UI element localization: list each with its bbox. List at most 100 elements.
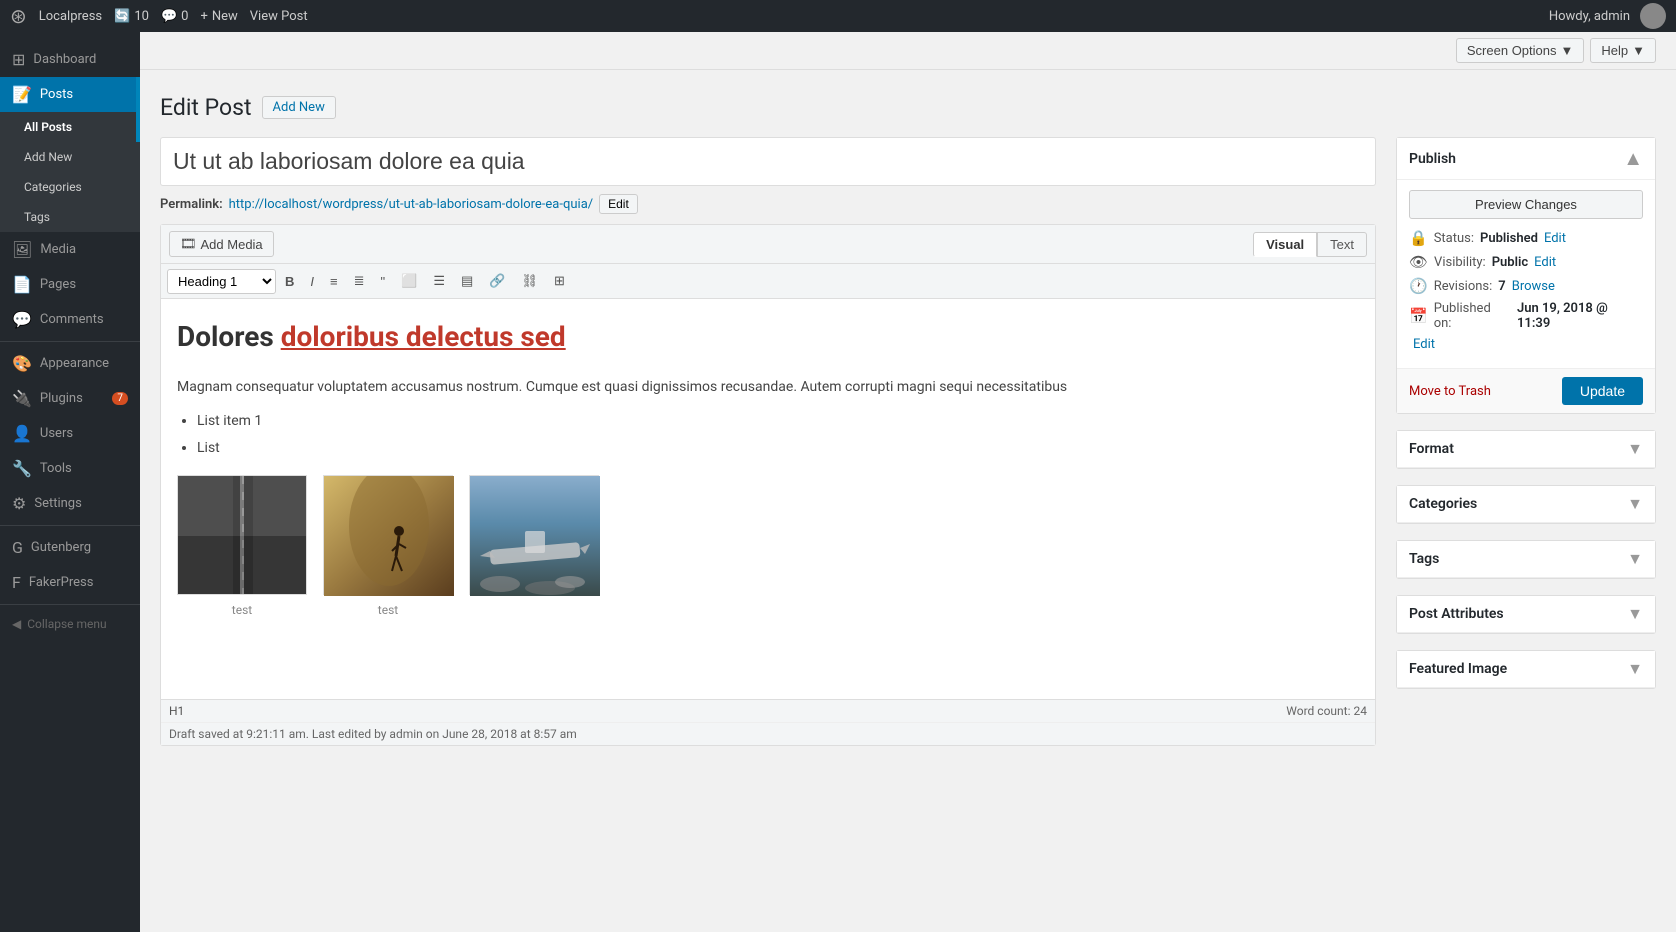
adminbar-site-name[interactable]: Localpress [39,9,102,24]
blockquote-button[interactable]: " [374,269,393,294]
heading-text-normal: Dolores [177,320,274,353]
visual-tab[interactable]: Visual [1253,232,1317,257]
submenu-label: All Posts [24,120,72,134]
calendar-icon: 📅 [1409,307,1428,325]
plugins-badge: 7 [112,392,128,405]
featured-image-box-title: Featured Image [1409,661,1507,677]
sidebar-item-comments[interactable]: 💬 Comments [0,302,140,337]
editor-content[interactable]: Dolores doloribus delectus sed Magnam co… [161,299,1375,699]
table-button[interactable]: ⊞ [547,268,572,294]
adminbar-comments[interactable]: 💬 0 [161,9,189,24]
sidebar-item-users[interactable]: 👤 Users [0,416,140,451]
submenu-add-new[interactable]: Add New [0,142,140,172]
image-2-caption: test [378,601,398,620]
editor-image-3[interactable] [469,475,599,595]
submenu-tags[interactable]: Tags [0,202,140,232]
chevron-down-icon: ▼ [1632,43,1645,58]
fakerpress-icon: F [12,573,21,592]
editor-image-2[interactable] [323,475,453,595]
editor-image-1[interactable] [177,475,307,595]
sidebar-item-gutenberg[interactable]: G Gutenberg [0,530,140,565]
collapse-menu-button[interactable]: ◀ Collapse menu [0,609,140,639]
bold-button[interactable]: B [278,269,301,294]
users-icon: 👤 [12,424,32,443]
sidebar-item-label: FakerPress [29,575,94,590]
align-center-button[interactable]: ☰ [426,268,452,294]
sidebar-item-label: Gutenberg [31,540,91,555]
screen-options-button[interactable]: Screen Options ▼ [1456,38,1584,63]
submenu-label: Tags [24,210,50,224]
update-button[interactable]: Update [1562,377,1643,405]
draft-status: Word count: 24 [1286,704,1367,718]
editor-heading: Dolores doloribus delectus sed [177,315,1359,360]
sidebar-item-plugins[interactable]: 🔌 Plugins 7 [0,381,140,416]
posts-icon: 📝 [12,85,32,104]
unordered-list-button[interactable]: ≡ [323,269,345,294]
post-title-input[interactable] [160,137,1376,186]
post-attributes-box-header[interactable]: Post Attributes ▼ [1397,596,1655,633]
submenu-categories[interactable]: Categories [0,172,140,202]
status-edit-link[interactable]: Edit [1544,231,1566,246]
submenu-all-posts[interactable]: All Posts [0,112,140,142]
sidebar-item-media[interactable]: 🖼 Media [0,232,140,267]
permalink-label: Permalink: [160,197,223,212]
heading-select[interactable]: Heading 1 Heading 2 Heading 3 Paragraph [167,269,276,294]
move-to-trash-link[interactable]: Move to Trash [1409,384,1491,399]
add-new-button[interactable]: Add New [262,96,336,119]
categories-box: Categories ▼ [1396,485,1656,524]
link-button[interactable]: 🔗 [482,268,512,294]
categories-box-title: Categories [1409,496,1477,512]
sidebar-item-tools[interactable]: 🔧 Tools [0,451,140,486]
list-item-2: List [197,437,1359,459]
sidebar-item-appearance[interactable]: 🎨 Appearance [0,346,140,381]
featured-image-box-header[interactable]: Featured Image ▼ [1397,651,1655,688]
unlink-button[interactable]: ⛓ [514,268,545,294]
visibility-edit-link[interactable]: Edit [1534,255,1556,270]
page-title-wrap: Edit Post Add New [160,80,1656,121]
featured-image-box: Featured Image ▼ [1396,650,1656,689]
publish-visibility-row: 👁 Visibility: Public Edit [1409,253,1643,271]
ordered-list-button[interactable]: ≣ [347,268,372,294]
sidebar-item-label: Media [40,242,76,257]
adminbar-right: Howdy, admin [1549,3,1666,29]
italic-button[interactable]: I [303,269,321,294]
tags-box: Tags ▼ [1396,540,1656,579]
sidebar-item-pages[interactable]: 📄 Pages [0,267,140,302]
sidebar-item-posts[interactable]: 📝 Posts [0,77,140,112]
publish-toggle-icon[interactable]: ▲ [1623,146,1643,171]
wp-wrap: ⊞ Dashboard 📝 Posts All Posts Add New Ca… [0,32,1676,932]
published-date-edit-link[interactable]: Edit [1413,337,1435,352]
adminbar-avatar[interactable] [1640,3,1666,29]
add-media-button[interactable]: 🎞 Add Media [169,231,274,257]
sidebar-item-label: Users [40,426,73,441]
wp-logo-icon[interactable]: ⊛ [10,4,27,28]
editor-image-3-wrap [469,475,599,620]
format-toggle-icon: ▼ [1627,439,1643,459]
content-top-bar: Screen Options ▼ Help ▼ [140,32,1676,70]
adminbar-view-post[interactable]: View Post [250,9,308,24]
sidebar-item-fakerpress[interactable]: F FakerPress [0,565,140,600]
sidebar-item-settings[interactable]: ⚙ Settings [0,486,140,521]
tags-box-title: Tags [1409,551,1439,567]
page-wrap: Edit Post Add New Permalink: http://loca… [140,70,1676,766]
help-button[interactable]: Help ▼ [1590,38,1656,63]
editor-paragraph: Magnam consequatur voluptatem accusamus … [177,376,1359,398]
sidebar-item-dashboard[interactable]: ⊞ Dashboard [0,42,140,77]
revisions-browse-link[interactable]: Browse [1512,279,1555,294]
sidebar-item-label: Appearance [40,356,109,371]
visibility-icon: 👁 [1409,253,1428,271]
permalink-link[interactable]: http://localhost/wordpress/ut-ut-ab-labo… [229,197,593,212]
align-right-button[interactable]: ▤ [454,268,480,294]
adminbar-updates[interactable]: 🔄 10 [114,9,149,24]
featured-image-toggle-icon: ▼ [1627,659,1643,679]
format-box-header[interactable]: Format ▼ [1397,431,1655,468]
categories-box-header[interactable]: Categories ▼ [1397,486,1655,523]
tags-box-header[interactable]: Tags ▼ [1397,541,1655,578]
permalink-edit-button[interactable]: Edit [599,194,638,214]
admin-bar: ⊛ Localpress 🔄 10 💬 0 + New View Post Ho… [0,0,1676,32]
adminbar-new[interactable]: + New [200,9,237,24]
text-tab[interactable]: Text [1317,232,1367,257]
preview-changes-button[interactable]: Preview Changes [1409,190,1643,219]
post-sidebar: Publish ▲ Preview Changes 🔒 Status: Publ… [1396,137,1656,705]
align-left-button[interactable]: ⬜ [394,268,424,294]
